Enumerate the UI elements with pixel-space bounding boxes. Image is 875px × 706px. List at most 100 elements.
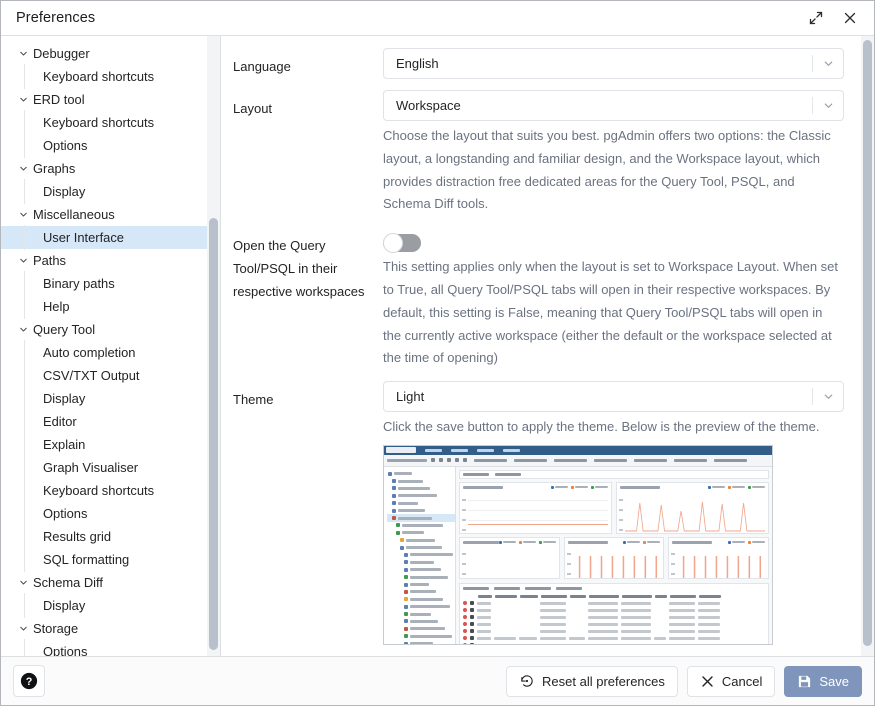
preview-chart-card bbox=[459, 537, 560, 579]
sidebar-item-erd-tool[interactable]: ERD tool bbox=[1, 88, 220, 111]
content-scrollbar-thumb[interactable] bbox=[863, 40, 872, 646]
sidebar-item-options[interactable]: Options bbox=[1, 640, 220, 656]
preview-subtab bbox=[463, 473, 489, 476]
chevron-down-icon[interactable] bbox=[15, 161, 31, 177]
sidebar-item-paths[interactable]: Paths bbox=[1, 249, 220, 272]
preview-table-row bbox=[463, 614, 765, 621]
sidebar-item-label: Auto completion bbox=[43, 345, 135, 360]
sidebar-item-graphs[interactable]: Graphs bbox=[1, 157, 220, 180]
preview-tab bbox=[554, 459, 587, 462]
sidebar-item-graph-visualiser[interactable]: Graph Visualiser bbox=[1, 456, 220, 479]
sidebar-item-keyboard-shortcuts[interactable]: Keyboard shortcuts bbox=[1, 479, 220, 502]
sidebar-item-auto-completion[interactable]: Auto completion bbox=[1, 341, 220, 364]
sidebar-item-debugger[interactable]: Debugger bbox=[1, 42, 220, 65]
chevron-down-icon[interactable] bbox=[15, 575, 31, 591]
sidebar-item-results-grid[interactable]: Results grid bbox=[1, 525, 220, 548]
floppy-disk-icon bbox=[797, 674, 812, 689]
language-label: Language bbox=[233, 48, 383, 79]
field-open-in-workspaces: Open the Query Tool/PSQL in their respec… bbox=[233, 227, 844, 370]
sidebar-item-label: Results grid bbox=[43, 529, 111, 544]
cancel-button[interactable]: Cancel bbox=[687, 666, 775, 697]
language-select[interactable]: English bbox=[383, 48, 844, 79]
preview-tree-item bbox=[387, 492, 455, 499]
sidebar-item-display[interactable]: Display bbox=[1, 387, 220, 410]
sidebar-item-csv-txt-output[interactable]: CSV/TXT Output bbox=[1, 364, 220, 387]
preview-tree-item bbox=[387, 500, 455, 507]
chevron-down-icon[interactable] bbox=[15, 46, 31, 62]
sidebar-item-help[interactable]: Help bbox=[1, 295, 220, 318]
preview-tree-item bbox=[387, 588, 455, 595]
sidebar-item-display[interactable]: Display bbox=[1, 180, 220, 203]
preview-activity-tab bbox=[556, 587, 582, 590]
sidebar-item-keyboard-shortcuts[interactable]: Keyboard shortcuts bbox=[1, 65, 220, 88]
sidebar-item-label: Query Tool bbox=[33, 322, 95, 337]
cancel-label: Cancel bbox=[722, 674, 762, 689]
chevron-down-icon[interactable] bbox=[15, 207, 31, 223]
preview-tab bbox=[634, 459, 667, 462]
chevron-down-icon[interactable] bbox=[15, 253, 31, 269]
preview-toolbar-icon bbox=[439, 458, 443, 462]
preview-chart-legend bbox=[623, 541, 660, 544]
chevron-down-icon[interactable] bbox=[15, 92, 31, 108]
sidebar-item-label: Display bbox=[43, 184, 85, 199]
sidebar-item-binary-paths[interactable]: Binary paths bbox=[1, 272, 220, 295]
expand-diagonal-icon[interactable] bbox=[802, 5, 830, 31]
chevron-down-icon[interactable] bbox=[15, 621, 31, 637]
reset-all-preferences-label: Reset all preferences bbox=[542, 674, 665, 689]
preview-tree-item bbox=[387, 603, 455, 610]
sidebar-scrollbar-thumb[interactable] bbox=[209, 218, 218, 650]
sidebar-item-label: Paths bbox=[33, 253, 66, 268]
chevron-down-icon[interactable] bbox=[15, 322, 31, 338]
sidebar-item-user-interface[interactable]: User Interface bbox=[1, 226, 220, 249]
sidebar-item-keyboard-shortcuts[interactable]: Keyboard shortcuts bbox=[1, 111, 220, 134]
layout-select[interactable]: Workspace bbox=[383, 90, 844, 121]
close-icon[interactable] bbox=[836, 5, 864, 31]
preview-tree-item bbox=[387, 522, 455, 529]
dialog-titlebar: Preferences bbox=[1, 1, 874, 36]
sidebar-item-label: ERD tool bbox=[33, 92, 85, 107]
sidebar-item-schema-diff[interactable]: Schema Diff bbox=[1, 571, 220, 594]
language-select-value: English bbox=[396, 56, 812, 71]
preview-tree-item bbox=[387, 485, 455, 492]
sidebar-scrollbar-track[interactable] bbox=[207, 36, 220, 656]
sidebar-item-query-tool[interactable]: Query Tool bbox=[1, 318, 220, 341]
dialog-title: Preferences bbox=[16, 10, 802, 26]
sidebar-item-label: Explain bbox=[43, 437, 85, 452]
field-language: Language English bbox=[233, 48, 844, 79]
sidebar-item-options[interactable]: Options bbox=[1, 502, 220, 525]
open-in-workspaces-toggle[interactable] bbox=[383, 234, 421, 252]
preview-table-row bbox=[463, 635, 765, 642]
preview-subtabs bbox=[459, 470, 769, 479]
preview-chart-row-2 bbox=[459, 537, 769, 579]
preview-tree-item bbox=[387, 529, 455, 536]
save-button[interactable]: Save bbox=[784, 666, 862, 697]
preview-tab bbox=[594, 459, 627, 462]
sidebar-item-label: Binary paths bbox=[43, 276, 115, 291]
sidebar-item-label: Keyboard shortcuts bbox=[43, 115, 154, 130]
close-icon bbox=[700, 674, 715, 689]
preferences-dialog: Preferences DebuggerKeyboard shortcutsER… bbox=[0, 0, 875, 706]
preview-tree-item bbox=[387, 640, 455, 645]
sidebar-item-storage[interactable]: Storage bbox=[1, 617, 220, 640]
preview-chart-row-1 bbox=[459, 482, 769, 534]
sidebar-item-explain[interactable]: Explain bbox=[1, 433, 220, 456]
preview-activity-tab bbox=[463, 587, 489, 590]
sidebar-item-editor[interactable]: Editor bbox=[1, 410, 220, 433]
preview-tree-item bbox=[387, 596, 455, 603]
reset-all-preferences-button[interactable]: Reset all preferences bbox=[506, 666, 678, 697]
reset-counterclockwise-icon bbox=[519, 673, 535, 689]
sidebar-item-sql-formatting[interactable]: SQL formatting bbox=[1, 548, 220, 571]
preview-table-row bbox=[463, 600, 765, 607]
preview-tree-item bbox=[387, 625, 455, 632]
help-circle-icon[interactable]: ? bbox=[13, 665, 45, 697]
sidebar-item-miscellaneous[interactable]: Miscellaneous bbox=[1, 203, 220, 226]
theme-label: Theme bbox=[233, 381, 383, 412]
svg-text:?: ? bbox=[26, 676, 33, 688]
theme-select[interactable]: Light bbox=[383, 381, 844, 412]
sidebar-item-display[interactable]: Display bbox=[1, 594, 220, 617]
preview-chart-legend bbox=[708, 486, 765, 489]
preview-logo bbox=[386, 447, 416, 453]
content-scrollbar-track[interactable] bbox=[861, 36, 874, 656]
preview-chart-title bbox=[672, 541, 712, 544]
sidebar-item-options[interactable]: Options bbox=[1, 134, 220, 157]
